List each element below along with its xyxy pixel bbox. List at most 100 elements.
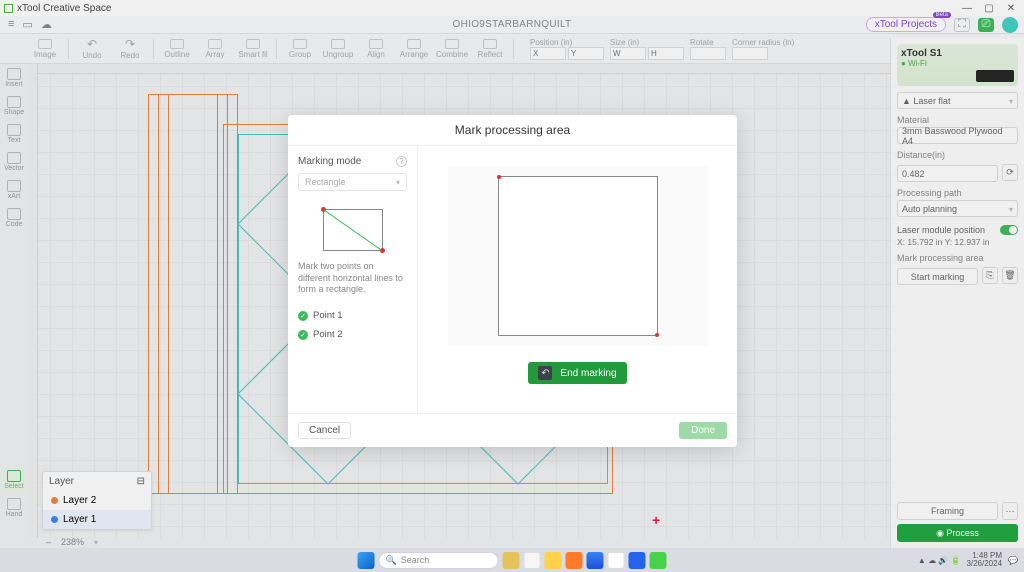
process-button[interactable]: ◉ Process	[897, 524, 1018, 542]
mode-hint: Mark two points on different horizontal …	[298, 261, 407, 296]
path-label: Processing path	[897, 188, 1018, 198]
combine-tool[interactable]: Combine	[437, 39, 467, 59]
mark-area-modal: Mark processing area Marking mode ? Rect…	[288, 115, 737, 447]
pos-x[interactable]	[530, 47, 566, 60]
laser-flat-select[interactable]: ▲ Laser flat	[897, 92, 1018, 109]
group-tool[interactable]: Group	[285, 39, 315, 59]
close-button[interactable]: ✕	[1006, 3, 1016, 14]
size-w[interactable]	[610, 47, 646, 60]
folder-icon[interactable]: ▭	[22, 18, 32, 31]
image-tool[interactable]: Image	[30, 39, 60, 59]
zoom-value: 238%	[61, 537, 84, 547]
ungroup-tool[interactable]: Ungroup	[323, 39, 353, 59]
rotate-input[interactable]	[690, 47, 726, 60]
outline-tool[interactable]: Outline	[162, 39, 192, 59]
marking-mode-label: Marking mode	[298, 156, 361, 167]
chrome-icon[interactable]	[608, 552, 625, 569]
end-marking-button[interactable]: ↶ End marking	[528, 362, 626, 384]
fullscreen-button[interactable]: ⛶	[954, 18, 970, 32]
align-tool[interactable]: Align	[361, 39, 391, 59]
framing-button[interactable]: Framing	[897, 502, 998, 520]
framing-more[interactable]: ⋯	[1002, 502, 1018, 520]
laser-crosshair: +	[652, 512, 660, 528]
corner-input[interactable]	[732, 47, 768, 60]
rotate-field: Rotate	[690, 38, 726, 60]
beta-badge: Beta	[933, 12, 951, 18]
size-fields: Size (in)	[610, 38, 684, 60]
distance-label: Distance(in)	[897, 150, 1018, 160]
edge-icon[interactable]	[587, 552, 604, 569]
undo-button[interactable]: ↶Undo	[77, 37, 107, 60]
zoom-menu[interactable]	[94, 537, 98, 547]
minimize-button[interactable]: —	[962, 3, 972, 14]
ruler-horizontal	[28, 64, 890, 74]
select-tool[interactable]: Select	[2, 468, 25, 492]
header: ≡ ▭ ☁ OHIO9STARBARNQUILT xTool Projects …	[0, 16, 1024, 34]
size-h[interactable]	[648, 47, 684, 60]
titlebar: xTool Creative Space — ▢ ✕	[0, 0, 1024, 16]
start-button[interactable]	[358, 552, 375, 569]
hand-tool[interactable]: Hand	[6, 498, 23, 518]
xtool-app-icon[interactable]	[650, 552, 667, 569]
arrange-tool[interactable]: Arrange	[399, 39, 429, 59]
path-select[interactable]: Auto planning	[897, 200, 1018, 217]
pos-y[interactable]	[568, 47, 604, 60]
laser-pos-value: X: 15.792 in Y: 12.937 in	[897, 237, 1018, 247]
laser-pos-toggle[interactable]	[1000, 225, 1018, 235]
delete-icon[interactable]: 🗑	[1002, 267, 1018, 284]
vector-tool[interactable]: Vector	[4, 152, 24, 172]
text-tool[interactable]: Text	[7, 124, 21, 144]
cancel-button[interactable]: Cancel	[298, 422, 351, 439]
point1-row: ✓Point 1	[298, 306, 407, 325]
undo-mark-icon[interactable]: ↶	[538, 366, 552, 380]
device-button[interactable]: ⎚	[978, 18, 994, 32]
left-toolbar: Insert Shape Text Vector xArt Code	[0, 64, 28, 228]
document-title: OHIO9STARBARNQUILT	[453, 19, 572, 30]
maximize-button[interactable]: ▢	[984, 3, 994, 14]
projects-button[interactable]: xTool Projects Beta	[866, 17, 946, 32]
modal-title: Mark processing area	[288, 115, 737, 146]
menu-icon[interactable]: ≡	[8, 18, 14, 31]
refresh-icon[interactable]: ⟳	[1002, 164, 1018, 181]
redo-button[interactable]: ↷Redo	[115, 37, 145, 60]
code-tool[interactable]: Code	[6, 208, 23, 228]
help-icon[interactable]: ?	[396, 156, 407, 167]
explorer-icon[interactable]	[545, 552, 562, 569]
marking-mode-select[interactable]: Rectangle	[298, 173, 407, 191]
zoom-out[interactable]: –	[46, 537, 51, 547]
material-select[interactable]: 3mm Basswood Plywood A4	[897, 127, 1018, 144]
taskbar-search[interactable]: 🔍Search	[379, 552, 499, 569]
notifications-icon[interactable]: 💬	[1008, 556, 1018, 565]
layer-row[interactable]: Layer 1	[43, 510, 151, 529]
cloud-icon[interactable]: ☁	[41, 18, 52, 31]
copy-icon[interactable]: ⎘	[982, 267, 998, 284]
xart-tool[interactable]: xArt	[7, 180, 21, 200]
taskbar-app[interactable]	[524, 552, 541, 569]
shape-tool[interactable]: Shape	[4, 96, 24, 116]
clock-date: 3/26/2024	[966, 560, 1002, 568]
mode-diagram	[323, 209, 383, 251]
ribbon: Image ↶Undo ↷Redo Outline Array Smart fi…	[0, 34, 1024, 64]
device-card[interactable]: xTool S1 ● Wi-Fi	[897, 44, 1018, 86]
ruler-vertical	[28, 64, 38, 538]
zoom-bar: – 238%	[28, 536, 890, 548]
taskbar-app[interactable]	[503, 552, 520, 569]
layer-collapse-icon[interactable]: ⊟	[137, 476, 145, 487]
reflect-tool[interactable]: Reflect	[475, 39, 505, 59]
mark-area-label: Mark processing area	[897, 253, 1018, 263]
tray-icons[interactable]: ▲ ☁ 🔊 🔋	[918, 556, 961, 565]
firefox-icon[interactable]	[566, 552, 583, 569]
layer-row[interactable]: Layer 2	[43, 491, 151, 510]
right-panel: xTool S1 ● Wi-Fi ▲ Laser flat Material 3…	[890, 38, 1024, 548]
preview-area	[448, 166, 708, 346]
done-button[interactable]: Done	[679, 422, 727, 439]
app-icon	[4, 4, 13, 13]
insert-tool[interactable]: Insert	[5, 68, 23, 88]
distance-input[interactable]: 0.482	[897, 165, 998, 182]
array-tool[interactable]: Array	[200, 39, 230, 59]
avatar[interactable]	[1002, 17, 1018, 33]
point2-row: ✓Point 2	[298, 325, 407, 344]
start-marking-button[interactable]: Start marking	[897, 268, 978, 285]
smartfill-tool[interactable]: Smart fil	[238, 39, 268, 59]
taskbar-app[interactable]	[629, 552, 646, 569]
